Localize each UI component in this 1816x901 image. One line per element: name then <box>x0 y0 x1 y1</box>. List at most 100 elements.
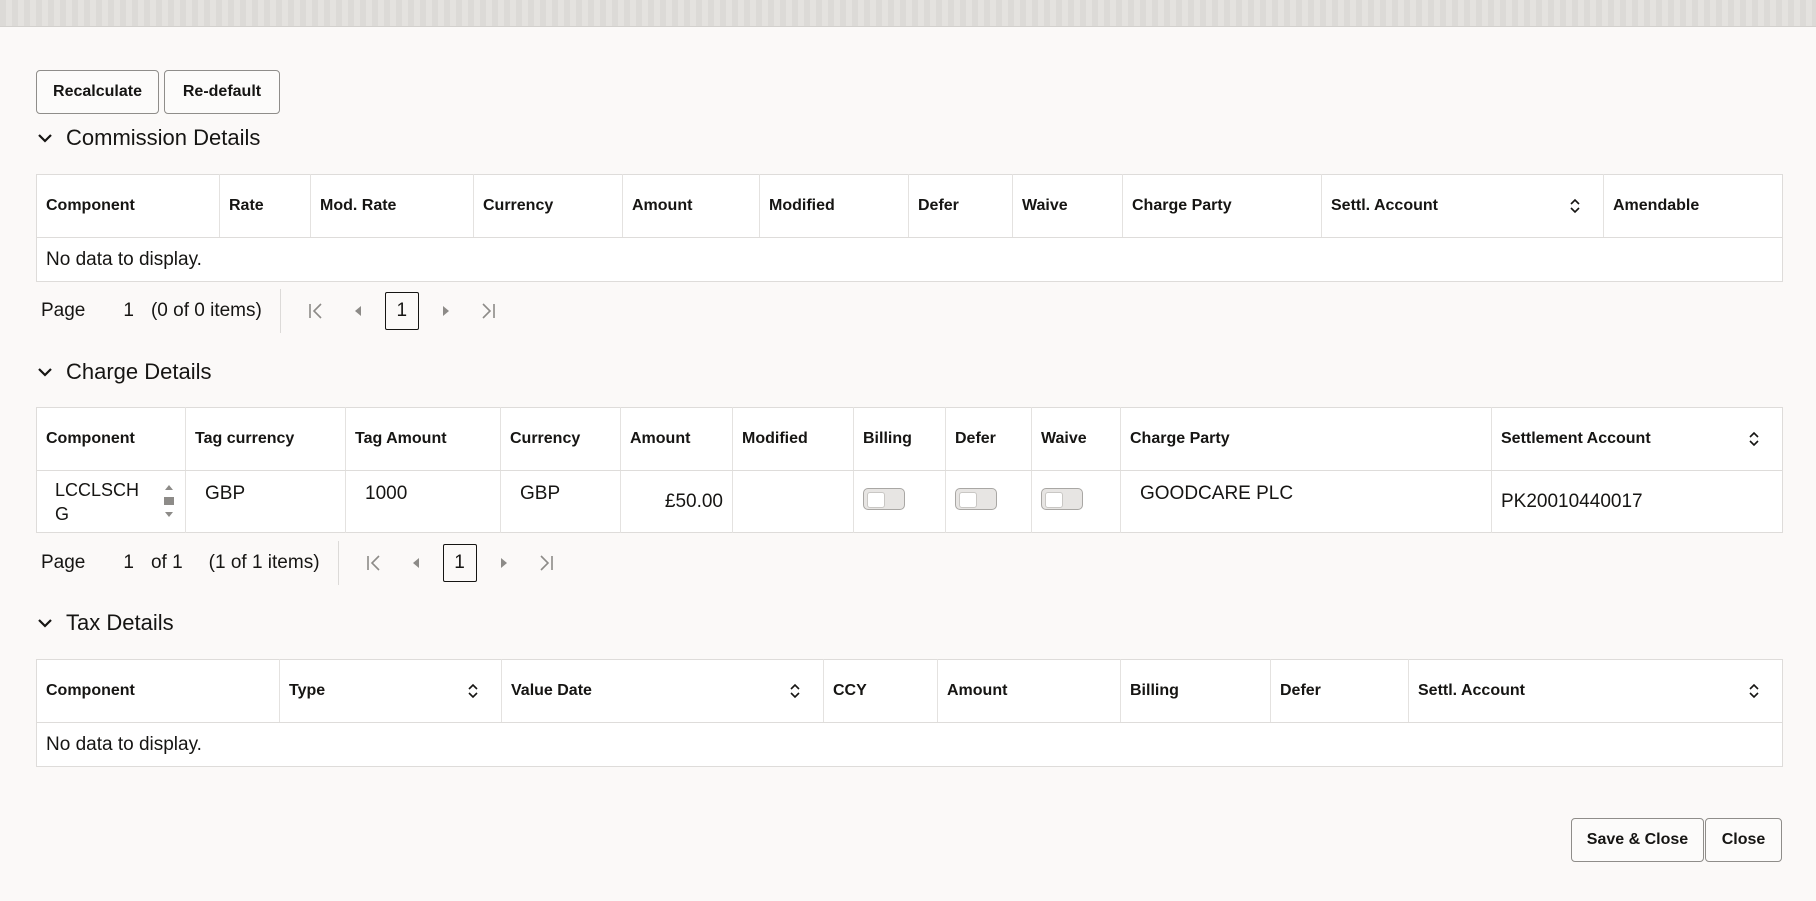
recalculate-button[interactable]: Recalculate <box>36 70 159 114</box>
page-total: of 1 <box>151 552 183 574</box>
current-page-button[interactable]: 1 <box>385 292 419 330</box>
chevron-down-icon[interactable] <box>36 363 54 381</box>
last-page-icon[interactable] <box>529 546 563 580</box>
column-header-defer: Defer <box>909 175 1013 238</box>
column-header-defer: Defer <box>1271 660 1409 723</box>
sort-icon[interactable] <box>1748 430 1760 448</box>
column-header-tag-currency: Tag currency <box>186 408 346 471</box>
previous-page-icon[interactable] <box>341 294 375 328</box>
chevron-down-icon[interactable] <box>36 129 54 147</box>
page-label: Page <box>41 552 85 574</box>
column-header-billing: Billing <box>854 408 946 471</box>
column-header-settl-account[interactable]: Settl. Account <box>1322 175 1604 238</box>
column-header-modified: Modified <box>760 175 909 238</box>
column-header-settlement-account[interactable]: Settlement Account <box>1492 408 1783 471</box>
current-page-button[interactable]: 1 <box>443 544 477 582</box>
sort-icon[interactable] <box>789 682 801 700</box>
chevron-down-icon[interactable] <box>36 614 54 632</box>
tag-amount-cell[interactable]: 1000 <box>346 471 501 533</box>
component-cell[interactable]: LCCLSCH G <box>37 471 186 533</box>
tag-currency-cell: GBP <box>186 471 346 533</box>
column-header-tag-amount: Tag Amount <box>346 408 501 471</box>
column-header-component: Component <box>37 660 280 723</box>
column-header-amount: Amount <box>938 660 1121 723</box>
page-number-input[interactable]: 1 <box>123 300 134 322</box>
sort-icon[interactable] <box>1569 197 1581 215</box>
column-header-label: Settl. Account <box>1418 682 1525 699</box>
tax-table: Component Type Value Date CCY Amount Bil… <box>36 659 1783 767</box>
commission-table: Component Rate Mod. Rate Currency Amount… <box>36 174 1783 282</box>
column-header-settl-account[interactable]: Settl. Account <box>1409 660 1783 723</box>
defer-cell <box>946 471 1032 533</box>
close-button[interactable]: Close <box>1705 818 1782 862</box>
first-page-icon[interactable] <box>357 546 391 580</box>
pager-divider <box>280 289 281 333</box>
table-header-row: Component Tag currency Tag Amount Curren… <box>37 408 1783 471</box>
column-header-charge-party: Charge Party <box>1123 175 1322 238</box>
page-number-input[interactable]: 1 <box>123 552 134 574</box>
column-header-charge-party: Charge Party <box>1121 408 1492 471</box>
column-header-amount: Amount <box>623 175 760 238</box>
charge-section-title: Charge Details <box>66 359 212 385</box>
empty-row: No data to display. <box>37 238 1783 282</box>
sort-icon[interactable] <box>467 682 479 700</box>
sort-icon[interactable] <box>1748 682 1760 700</box>
billing-toggle[interactable] <box>863 488 905 510</box>
column-header-defer: Defer <box>946 408 1032 471</box>
items-count: (0 of 0 items) <box>151 300 262 322</box>
no-data-message: No data to display. <box>37 723 1783 767</box>
column-header-currency: Currency <box>501 408 621 471</box>
waive-cell <box>1032 471 1121 533</box>
column-header-amendable: Amendable <box>1604 175 1783 238</box>
commission-pagination: Page 1 (0 of 0 items) 1 <box>41 291 509 331</box>
column-header-modified: Modified <box>733 408 854 471</box>
charge-party-cell[interactable]: GOODCARE PLC <box>1121 471 1492 533</box>
commission-section-title: Commission Details <box>66 125 260 151</box>
component-value-wrap: G <box>55 502 176 526</box>
component-value: LCCLSCH <box>55 478 176 502</box>
column-header-ccy: CCY <box>824 660 938 723</box>
stepper-icon[interactable] <box>162 481 176 523</box>
charge-table: Component Tag currency Tag Amount Curren… <box>36 407 1783 533</box>
waive-toggle[interactable] <box>1041 488 1083 510</box>
tax-section-title: Tax Details <box>66 610 174 636</box>
no-data-message: No data to display. <box>37 238 1783 282</box>
items-count: (1 of 1 items) <box>209 552 320 574</box>
column-header-waive: Waive <box>1013 175 1123 238</box>
tax-section-header[interactable]: Tax Details <box>36 610 174 636</box>
first-page-icon[interactable] <box>299 294 333 328</box>
column-header-label: Settlement Account <box>1501 430 1651 447</box>
column-header-component: Component <box>37 175 220 238</box>
next-page-icon[interactable] <box>487 546 521 580</box>
column-header-rate: Rate <box>220 175 311 238</box>
charge-section-header[interactable]: Charge Details <box>36 359 212 385</box>
table-row: LCCLSCH G GBP 1000 GBP £50.00 GOODCARE P… <box>37 471 1783 533</box>
amount-cell[interactable]: £50.00 <box>621 471 733 533</box>
column-header-mod-rate: Mod. Rate <box>311 175 474 238</box>
redefault-button[interactable]: Re-default <box>164 70 280 114</box>
page-label: Page <box>41 300 85 322</box>
column-header-waive: Waive <box>1032 408 1121 471</box>
table-header-row: Component Rate Mod. Rate Currency Amount… <box>37 175 1783 238</box>
table-header-row: Component Type Value Date CCY Amount Bil… <box>37 660 1783 723</box>
currency-cell: GBP <box>501 471 621 533</box>
save-close-button[interactable]: Save & Close <box>1571 818 1704 862</box>
billing-cell <box>854 471 946 533</box>
defer-toggle[interactable] <box>955 488 997 510</box>
previous-page-icon[interactable] <box>399 546 433 580</box>
column-header-amount: Amount <box>621 408 733 471</box>
column-header-component: Component <box>37 408 186 471</box>
charge-pagination: Page 1 of 1 (1 of 1 items) 1 <box>41 543 567 583</box>
settlement-account-cell[interactable]: PK20010440017 <box>1492 471 1783 533</box>
column-header-label: Value Date <box>511 682 592 699</box>
column-header-billing: Billing <box>1121 660 1271 723</box>
column-header-label: Type <box>289 682 325 699</box>
modified-cell <box>733 471 854 533</box>
column-header-value-date[interactable]: Value Date <box>502 660 824 723</box>
column-header-type[interactable]: Type <box>280 660 502 723</box>
next-page-icon[interactable] <box>429 294 463 328</box>
commission-section-header[interactable]: Commission Details <box>36 125 260 151</box>
background-window-strip <box>0 0 1816 27</box>
last-page-icon[interactable] <box>471 294 505 328</box>
empty-row: No data to display. <box>37 723 1783 767</box>
